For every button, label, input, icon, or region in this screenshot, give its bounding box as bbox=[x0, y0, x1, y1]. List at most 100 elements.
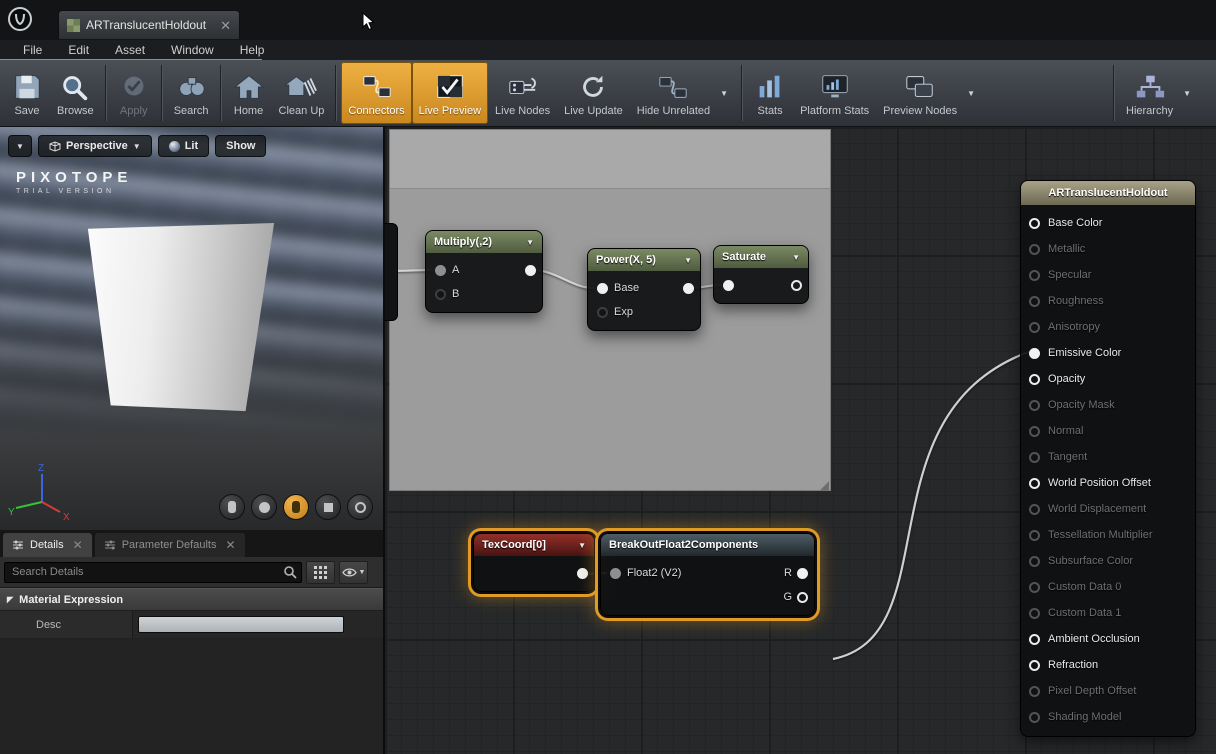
hide-unrelated-dropdown-icon[interactable]: ▼ bbox=[717, 89, 731, 98]
preview-nodes-dropdown-icon[interactable]: ▼ bbox=[964, 89, 978, 98]
material-pin[interactable] bbox=[1029, 452, 1040, 463]
pin-power-output[interactable] bbox=[683, 283, 694, 294]
tab-close-icon[interactable]: ✕ bbox=[73, 539, 83, 551]
camera-mode-button[interactable]: Perspective ▼ bbox=[38, 135, 152, 157]
pin-power-exp[interactable] bbox=[597, 307, 608, 318]
menu-window[interactable]: Window bbox=[158, 40, 227, 60]
material-pin[interactable] bbox=[1029, 712, 1040, 723]
node-power-header[interactable]: Power(X, 5) ▼ bbox=[588, 249, 700, 271]
stats-button[interactable]: Stats bbox=[747, 62, 793, 124]
node-power[interactable]: Power(X, 5) ▼ Base Exp bbox=[587, 248, 701, 331]
live-preview-button[interactable]: Live Preview bbox=[412, 62, 488, 124]
menu-asset[interactable]: Asset bbox=[102, 40, 158, 60]
search-button[interactable]: Search bbox=[167, 62, 216, 124]
material-pin[interactable] bbox=[1029, 270, 1040, 281]
apply-button[interactable]: Apply bbox=[111, 62, 157, 124]
comment-box-header[interactable] bbox=[390, 130, 830, 189]
material-pin[interactable] bbox=[1029, 556, 1040, 567]
tab-parameter-defaults[interactable]: Parameter Defaults ✕ bbox=[95, 533, 245, 557]
node-material-result[interactable]: ARTranslucentHoldout Base Color Metallic… bbox=[1020, 180, 1196, 737]
browse-button[interactable]: Browse bbox=[50, 62, 101, 124]
menu-file[interactable]: File bbox=[10, 40, 55, 60]
pin-saturate-input[interactable] bbox=[723, 280, 734, 291]
shape-cylinder-button[interactable] bbox=[219, 494, 245, 520]
material-pin[interactable] bbox=[1029, 530, 1040, 541]
pin-texcoord-output[interactable] bbox=[577, 568, 588, 579]
toolbar-separator bbox=[220, 65, 222, 121]
pin-power-base[interactable] bbox=[597, 283, 608, 294]
unreal-logo-icon[interactable] bbox=[6, 5, 34, 33]
home-button[interactable]: Home bbox=[226, 62, 272, 124]
material-pin[interactable] bbox=[1029, 660, 1040, 671]
node-texcoord[interactable]: TexCoord[0] ▼ bbox=[473, 533, 595, 592]
node-texcoord-header[interactable]: TexCoord[0] ▼ bbox=[474, 534, 594, 556]
offscreen-node-stub[interactable] bbox=[385, 223, 398, 321]
shape-plane-button-active[interactable] bbox=[283, 494, 309, 520]
connectors-button[interactable]: Connectors bbox=[341, 62, 411, 124]
hide-unrelated-button[interactable]: Hide Unrelated bbox=[630, 62, 717, 124]
material-pin[interactable] bbox=[1029, 218, 1040, 229]
preview-viewport[interactable]: ▼ Perspective ▼ Lit Show PIXOTOPE TRIAL … bbox=[0, 127, 385, 530]
chevron-down-icon[interactable]: ▼ bbox=[792, 253, 800, 262]
search-details-input[interactable] bbox=[4, 562, 302, 583]
show-menu-button[interactable]: Show bbox=[215, 135, 266, 157]
material-pin[interactable] bbox=[1029, 634, 1040, 645]
asset-tab-close-icon[interactable]: ✕ bbox=[220, 19, 231, 32]
material-expression-section-header[interactable]: ◤ Material Expression bbox=[0, 588, 383, 611]
tab-details[interactable]: Details ✕ bbox=[3, 533, 92, 557]
live-update-button[interactable]: Live Update bbox=[557, 62, 630, 124]
hierarchy-button[interactable]: Hierarchy bbox=[1119, 62, 1180, 124]
material-pin[interactable] bbox=[1029, 504, 1040, 515]
pin-saturate-output[interactable] bbox=[791, 280, 802, 291]
pin-breakout-g-output[interactable] bbox=[797, 592, 808, 603]
material-pin[interactable] bbox=[1029, 608, 1040, 619]
asset-tab[interactable]: ARTranslucentHoldout ✕ bbox=[58, 10, 240, 39]
menu-edit[interactable]: Edit bbox=[55, 40, 102, 60]
material-pin[interactable] bbox=[1029, 348, 1040, 359]
tab-close-icon[interactable]: ✕ bbox=[225, 539, 235, 551]
desc-input[interactable] bbox=[138, 616, 344, 633]
material-pin[interactable] bbox=[1029, 400, 1040, 411]
chevron-down-icon[interactable]: ▼ bbox=[578, 541, 586, 550]
node-multiply-header[interactable]: Multiply(,2) ▼ bbox=[426, 231, 542, 253]
platform-stats-button[interactable]: Platform Stats bbox=[793, 62, 876, 124]
material-pin[interactable] bbox=[1029, 296, 1040, 307]
lit-mode-button[interactable]: Lit bbox=[158, 135, 209, 157]
node-breakout-float2[interactable]: BreakOutFloat2Components Float2 (V2) R G bbox=[600, 533, 815, 616]
material-pin[interactable] bbox=[1029, 244, 1040, 255]
pin-multiply-output[interactable] bbox=[525, 265, 536, 276]
material-pin[interactable] bbox=[1029, 322, 1040, 333]
pin-breakout-float2-input[interactable] bbox=[610, 568, 621, 579]
view-options-button[interactable]: ▼ bbox=[339, 561, 368, 584]
material-pin[interactable] bbox=[1029, 686, 1040, 697]
node-breakout-header[interactable]: BreakOutFloat2Components bbox=[601, 534, 814, 556]
shape-mesh-button[interactable] bbox=[347, 494, 373, 520]
clean-up-button[interactable]: Clean Up bbox=[272, 62, 332, 124]
viewport-options-button[interactable]: ▼ bbox=[8, 135, 32, 157]
pin-multiply-a[interactable] bbox=[435, 265, 446, 276]
pin-multiply-b[interactable] bbox=[435, 289, 446, 300]
shape-cube-button[interactable] bbox=[315, 494, 341, 520]
apply-icon bbox=[118, 69, 150, 105]
material-pin[interactable] bbox=[1029, 426, 1040, 437]
chevron-down-icon[interactable]: ▼ bbox=[684, 256, 692, 265]
shape-sphere-button[interactable] bbox=[251, 494, 277, 520]
material-pin[interactable] bbox=[1029, 582, 1040, 593]
material-node-header[interactable]: ARTranslucentHoldout bbox=[1021, 181, 1195, 205]
material-pin[interactable] bbox=[1029, 478, 1040, 489]
node-multiply[interactable]: Multiply(,2) ▼ A B bbox=[425, 230, 543, 313]
material-pin-row: Custom Data 0 bbox=[1021, 574, 1195, 600]
material-pin[interactable] bbox=[1029, 374, 1040, 385]
material-graph-canvas[interactable]: ◢ Multiply(,2) ▼ bbox=[385, 127, 1216, 754]
hierarchy-dropdown-icon[interactable]: ▼ bbox=[1180, 89, 1194, 98]
preview-nodes-button[interactable]: Preview Nodes bbox=[876, 62, 964, 124]
comment-resize-grip-icon[interactable]: ◢ bbox=[820, 479, 829, 491]
node-saturate[interactable]: Saturate ▼ bbox=[713, 245, 809, 304]
save-button[interactable]: Save bbox=[4, 62, 50, 124]
node-saturate-header[interactable]: Saturate ▼ bbox=[714, 246, 808, 268]
chevron-down-icon[interactable]: ▼ bbox=[526, 238, 534, 247]
pin-breakout-r-output[interactable] bbox=[797, 568, 808, 579]
live-nodes-button[interactable]: Live Nodes bbox=[488, 62, 557, 124]
property-matrix-button[interactable] bbox=[306, 561, 335, 584]
menu-help[interactable]: Help bbox=[227, 40, 278, 60]
